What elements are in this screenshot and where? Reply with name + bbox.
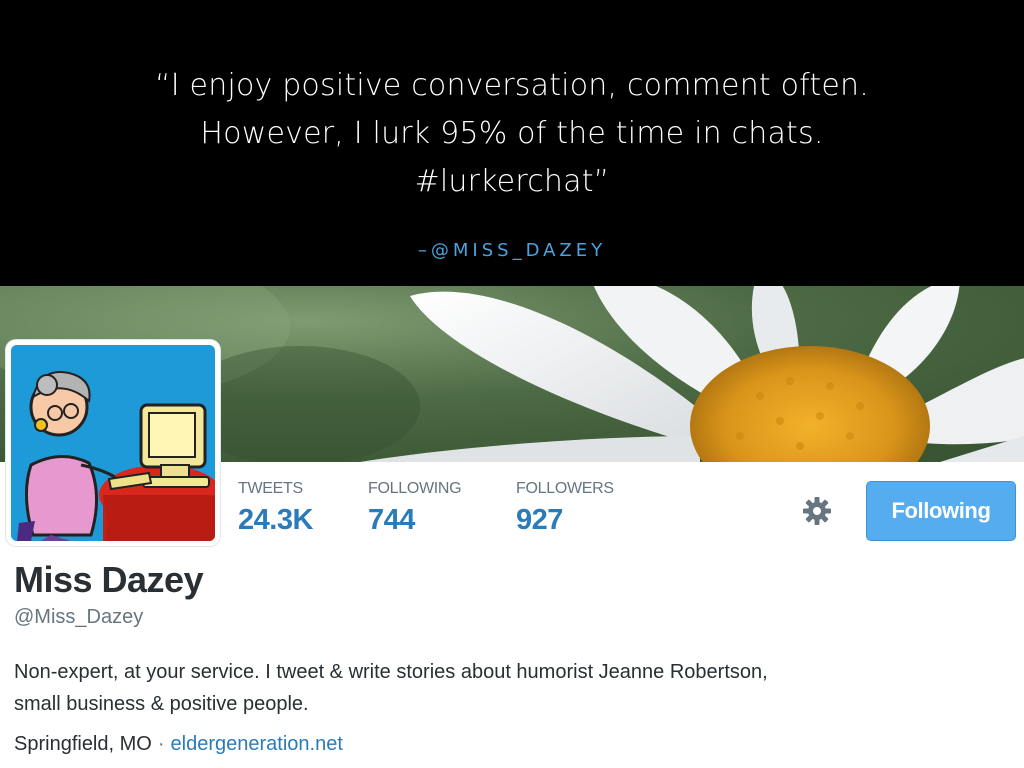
profile-location: Springfield, MO [14,733,152,755]
gear-icon[interactable] [802,496,832,526]
bio-line: Non-expert, at your service. I tweet & w… [14,661,768,683]
stat-following[interactable]: FOLLOWING 744 [368,480,462,537]
stat-value: 744 [368,504,415,536]
quote-line: “I enjoy positive conversation, comment … [155,68,869,103]
cartoon-grandma-computer-icon [11,345,215,541]
avatar-image [11,345,215,541]
quote-attribution: –@MISS_DAZEY [417,240,607,261]
quote-slide: “I enjoy positive conversation, comment … [0,0,1024,286]
stat-label: FOLLOWERS [516,480,614,497]
stat-label: FOLLOWING [368,480,462,497]
separator: · [157,733,165,755]
quote-text: “I enjoy positive conversation, comment … [60,62,964,206]
avatar[interactable] [6,340,220,546]
stat-tweets[interactable]: TWEETS 24.3K [238,480,313,537]
stat-value: 927 [516,504,563,536]
quote-line: #lurkerchat” [414,164,610,199]
stat-followers[interactable]: FOLLOWERS 927 [516,480,614,537]
profile-location-line: Springfield, MO · eldergeneration.net [14,733,343,756]
profile-bio: Non-expert, at your service. I tweet & w… [14,656,1014,720]
stat-label: TWEETS [238,480,303,497]
quote-line: However, I lurk 95% of the time in chats… [200,116,824,151]
stat-value: 24.3K [238,504,313,536]
profile-name: Miss Dazey [14,559,204,600]
following-button[interactable]: Following [866,481,1016,541]
bio-line: small business & positive people. [14,693,309,715]
profile-website-link[interactable]: eldergeneration.net [171,733,343,755]
profile-handle[interactable]: @Miss_Dazey [14,606,143,629]
